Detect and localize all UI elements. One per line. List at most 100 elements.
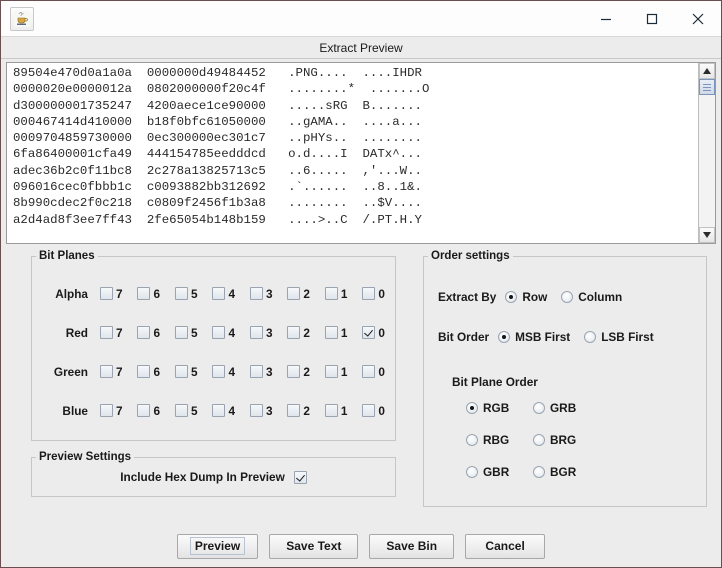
- radio-indicator[interactable]: [561, 291, 574, 303]
- radio-indicator[interactable]: [584, 331, 597, 343]
- bit-index-label: 2: [303, 286, 310, 301]
- hex-dump-line: 8b990cdec2f0c218 c0809f2456f1b3a8 ......…: [13, 196, 422, 211]
- bit-plane-cell: 3: [249, 404, 273, 418]
- bit-index-label: 0: [378, 403, 385, 418]
- radio-bit-plane-order-rbg[interactable]: RBG: [466, 433, 533, 447]
- radio-extract-by-row[interactable]: Row: [505, 290, 547, 304]
- checkbox-red-bit-0[interactable]: [362, 326, 376, 339]
- checkbox-blue-bit-2[interactable]: [287, 404, 301, 417]
- checkbox-red-bit-1[interactable]: [324, 326, 338, 339]
- radio-indicator[interactable]: [533, 466, 545, 478]
- radio-extract-by-column[interactable]: Column: [561, 290, 622, 304]
- bit-index-label: 7: [116, 286, 123, 301]
- bit-plane-order-label: Bit Plane Order: [452, 375, 538, 389]
- checkbox-alpha-bit-2[interactable]: [287, 287, 301, 300]
- save-bin-button[interactable]: Save Bin: [369, 533, 455, 559]
- radio-bit-order-msb-first[interactable]: MSB First: [498, 330, 570, 344]
- hex-dump-line: a2d4ad8f3ee7ff43 2fe65054b148b159 ....>.…: [13, 212, 422, 227]
- scroll-up-arrow-icon[interactable]: [699, 63, 715, 79]
- radio-bit-order-lsb-first[interactable]: LSB First: [584, 330, 654, 344]
- hex-dump-line: adec36b2c0f11bc8 2c278a13825713c5 ..6...…: [13, 163, 422, 178]
- bit-plane-checkbox-group: 7 6 5 4 3 2 1 0: [100, 326, 385, 340]
- radio-bit-plane-order-grb[interactable]: GRB: [533, 401, 600, 415]
- button-label: Preview: [189, 537, 246, 555]
- checkbox-green-bit-1[interactable]: [324, 365, 338, 378]
- bit-index-label: 7: [116, 364, 123, 379]
- checkbox-red-bit-5[interactable]: [174, 326, 188, 339]
- cancel-button[interactable]: Cancel: [465, 533, 546, 559]
- checkbox-alpha-bit-1[interactable]: [324, 287, 338, 300]
- radio-bit-plane-order-brg[interactable]: BRG: [533, 433, 600, 447]
- radio-bit-plane-order-rgb[interactable]: RGB: [466, 401, 533, 415]
- radio-indicator[interactable]: [466, 466, 478, 478]
- bit-plane-cell: 7: [100, 404, 123, 418]
- checkbox-blue-bit-6[interactable]: [137, 404, 151, 417]
- checkbox-green-bit-5[interactable]: [174, 365, 188, 378]
- checkbox-red-bit-7[interactable]: [100, 326, 113, 339]
- bit-index-label: 6: [153, 325, 161, 340]
- radio-indicator[interactable]: [533, 434, 545, 446]
- preview-settings-legend: Preview Settings: [39, 451, 132, 463]
- hex-dump-text[interactable]: 89504e470d0a1a0a 0000000d49484452 .PNG..…: [7, 63, 698, 243]
- checkbox-alpha-bit-5[interactable]: [174, 287, 188, 300]
- bit-plane-channel-label: Green: [53, 364, 88, 379]
- checkbox-blue-bit-1[interactable]: [324, 404, 338, 417]
- checkbox-alpha-bit-3[interactable]: [249, 287, 263, 300]
- footer-button-bar: Preview Save Text Save Bin Cancel: [1, 525, 721, 567]
- page-title: Extract Preview: [1, 37, 721, 59]
- checkbox-green-bit-6[interactable]: [137, 365, 151, 378]
- bit-index-label: 4: [228, 403, 236, 418]
- bit-index-label: 2: [303, 325, 310, 340]
- checkbox-blue-bit-3[interactable]: [249, 404, 263, 417]
- checkbox-red-bit-4[interactable]: [212, 326, 226, 339]
- checkbox-green-bit-3[interactable]: [249, 365, 263, 378]
- minimize-icon[interactable]: [583, 1, 629, 36]
- bit-plane-cell: 4: [212, 365, 235, 379]
- bit-index-label: 4: [228, 364, 236, 379]
- radio-bit-plane-order-gbr[interactable]: GBR: [466, 465, 533, 479]
- radio-indicator[interactable]: [505, 291, 518, 303]
- hex-dump-line: d300000001735247 4200aece1ce90000 .....s…: [13, 98, 422, 113]
- hex-dump-preview[interactable]: 89504e470d0a1a0a 0000000d49484452 .PNG..…: [6, 62, 716, 244]
- close-icon[interactable]: [675, 1, 721, 36]
- checkbox-blue-bit-7[interactable]: [100, 404, 113, 417]
- checkbox-alpha-bit-0[interactable]: [362, 287, 376, 300]
- bit-index-label: 3: [265, 325, 273, 340]
- checkbox-alpha-bit-6[interactable]: [137, 287, 151, 300]
- checkbox-blue-bit-4[interactable]: [212, 404, 226, 417]
- radio-indicator[interactable]: [533, 402, 545, 414]
- radio-indicator[interactable]: [498, 331, 511, 343]
- radio-label: BRG: [550, 433, 577, 447]
- bit-plane-cell: 0: [362, 404, 385, 418]
- bit-plane-cell: 2: [287, 365, 310, 379]
- checkbox-green-bit-0[interactable]: [362, 365, 376, 378]
- checkbox-blue-bit-5[interactable]: [174, 404, 188, 417]
- bit-plane-channel-label: Alpha: [55, 286, 88, 301]
- radio-bit-plane-order-bgr[interactable]: BGR: [533, 465, 600, 479]
- include-hex-dump-checkbox[interactable]: [293, 470, 307, 484]
- bit-plane-cell: 6: [137, 365, 160, 379]
- checkbox-red-bit-3[interactable]: [249, 326, 263, 339]
- order-settings-panel: Order settings Extract By Row Column Bit …: [423, 250, 707, 507]
- checkbox-blue-bit-0[interactable]: [362, 404, 376, 417]
- checkbox-alpha-bit-4[interactable]: [212, 287, 226, 300]
- bit-index-label: 2: [303, 403, 310, 418]
- radio-indicator[interactable]: [466, 434, 478, 446]
- checkbox-green-bit-7[interactable]: [100, 365, 113, 378]
- hex-dump-scrollbar[interactable]: [698, 63, 715, 243]
- save-text-button[interactable]: Save Text: [269, 533, 359, 559]
- checkbox-green-bit-4[interactable]: [212, 365, 226, 378]
- bit-plane-cell: 3: [249, 365, 273, 379]
- checkbox-red-bit-6[interactable]: [137, 326, 151, 339]
- bit-index-label: 1: [340, 364, 348, 379]
- scrollbar-thumb[interactable]: [699, 79, 715, 95]
- checkbox-red-bit-2[interactable]: [287, 326, 301, 339]
- preview-button[interactable]: Preview: [176, 533, 259, 559]
- maximize-icon[interactable]: [629, 1, 675, 36]
- scrollbar-track[interactable]: [699, 79, 715, 227]
- checkbox-alpha-bit-7[interactable]: [100, 287, 113, 300]
- bit-plane-cell: 5: [174, 287, 198, 301]
- radio-indicator[interactable]: [466, 402, 478, 414]
- checkbox-green-bit-2[interactable]: [287, 365, 301, 378]
- scroll-down-arrow-icon[interactable]: [699, 227, 715, 243]
